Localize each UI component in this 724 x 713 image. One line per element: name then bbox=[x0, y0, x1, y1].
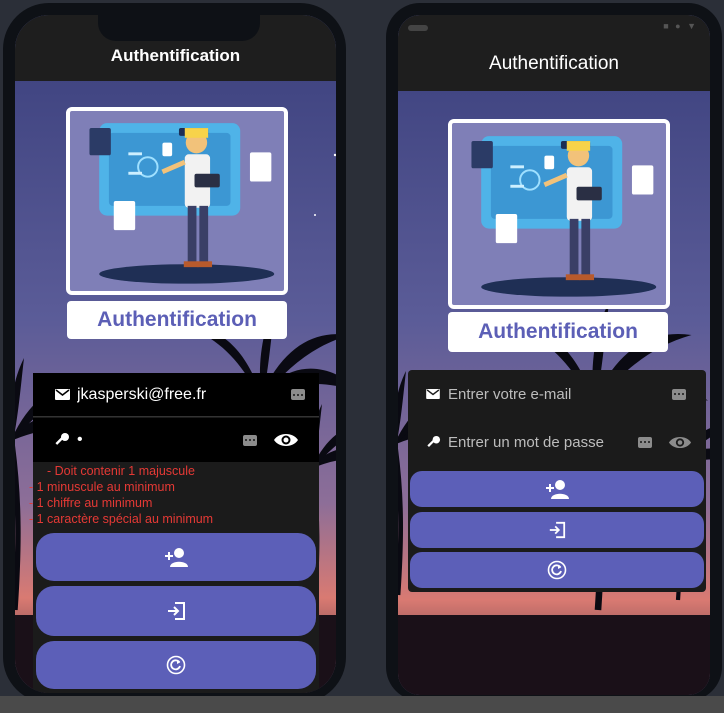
background-image bbox=[398, 15, 710, 695]
login-button[interactable] bbox=[410, 512, 704, 548]
camera-indicator bbox=[408, 25, 428, 31]
error-line: - 1 chiffre au minimum bbox=[29, 496, 153, 510]
key-icon bbox=[424, 433, 442, 451]
register-button[interactable] bbox=[36, 533, 316, 581]
status-bar-icons: ■ ● ▼ bbox=[663, 21, 698, 31]
keyboard-icon[interactable] bbox=[672, 388, 686, 400]
card-title: Authentification bbox=[67, 301, 287, 339]
left-phone-screen: Authentification Authentification jkaspe… bbox=[15, 15, 336, 693]
email-field[interactable]: jkasperski@free.fr bbox=[33, 373, 319, 417]
person-add-icon bbox=[165, 548, 188, 567]
login-form: jkasperski@free.fr • - Doit contenir 1 m… bbox=[29, 373, 319, 693]
illustration-image bbox=[66, 107, 288, 295]
person-add-icon bbox=[546, 480, 569, 499]
refresh-icon bbox=[547, 560, 567, 580]
error-line: - 1 caractère spécial au minimum bbox=[29, 512, 214, 526]
password-field[interactable]: Entrer un mot de passe bbox=[408, 418, 706, 466]
card-title: Authentification bbox=[448, 312, 668, 352]
login-icon bbox=[168, 602, 185, 620]
eye-icon[interactable] bbox=[273, 432, 299, 448]
refresh-icon bbox=[166, 655, 186, 675]
email-placeholder: Entrer votre e-mail bbox=[448, 385, 572, 403]
developer-illustration-icon bbox=[70, 111, 284, 291]
window-bottom-bar bbox=[0, 696, 724, 713]
developer-illustration-icon bbox=[452, 123, 666, 305]
mail-icon bbox=[53, 386, 71, 404]
password-placeholder: Entrer un mot de passe bbox=[448, 433, 604, 451]
email-field[interactable]: Entrer votre e-mail bbox=[408, 370, 706, 418]
password-errors: - Doit contenir 1 majuscule - 1 minuscul… bbox=[29, 463, 213, 527]
login-form: Entrer votre e-mail Entrer un mot de pas… bbox=[408, 370, 706, 592]
mail-icon bbox=[424, 385, 442, 403]
email-value: jkasperski@free.fr bbox=[77, 385, 207, 403]
keyboard-icon[interactable] bbox=[243, 434, 257, 446]
error-line: - 1 minuscule au minimum bbox=[29, 480, 175, 494]
key-icon bbox=[53, 431, 71, 449]
phone-notch bbox=[98, 15, 260, 41]
login-button[interactable] bbox=[36, 586, 316, 636]
keyboard-icon[interactable] bbox=[638, 436, 652, 448]
login-icon bbox=[549, 521, 566, 539]
reset-button[interactable] bbox=[36, 641, 316, 689]
reset-button[interactable] bbox=[410, 552, 704, 588]
password-value: • bbox=[77, 431, 83, 448]
illustration-image bbox=[448, 119, 670, 309]
eye-icon[interactable] bbox=[668, 435, 692, 450]
error-line: - Doit contenir 1 majuscule bbox=[47, 464, 195, 478]
right-phone-screen: ■ ● ▼ Authentification Authentification … bbox=[398, 15, 710, 695]
keyboard-icon[interactable] bbox=[291, 389, 305, 400]
right-phone-frame: ■ ● ▼ Authentification Authentification … bbox=[386, 3, 722, 701]
left-phone-frame: Authentification Authentification jkaspe… bbox=[3, 3, 346, 703]
register-button[interactable] bbox=[410, 471, 704, 507]
password-field[interactable]: • bbox=[33, 418, 319, 462]
